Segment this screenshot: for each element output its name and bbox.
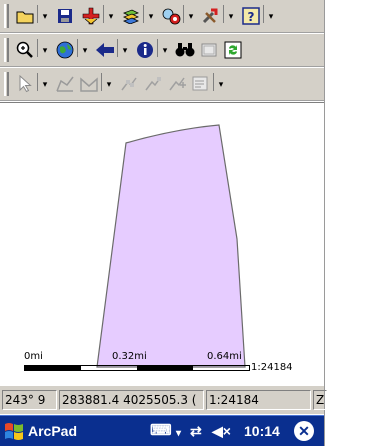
zoom-in-icon[interactable]: [14, 39, 36, 61]
network-icon[interactable]: ⇄: [190, 422, 202, 440]
main-toolbar: ▾ ▾ ▾ ▾ ▾ ? ▾: [0, 0, 324, 33]
edit-polygon-icon[interactable]: [54, 73, 76, 95]
scale-readout[interactable]: 1:24184: [206, 390, 311, 410]
mapped-polygon[interactable]: [96, 124, 246, 368]
save-icon[interactable]: [54, 5, 76, 27]
properties-dropdown[interactable]: ▾: [213, 73, 226, 91]
scale-label-start: 0mi: [24, 351, 43, 362]
input-dropdown-icon[interactable]: ▾: [176, 425, 181, 443]
refresh-icon[interactable]: [222, 39, 244, 61]
help-icon[interactable]: ?: [240, 5, 262, 27]
scale-ratio: 1:24184: [251, 362, 293, 373]
open-dropdown[interactable]: ▾: [37, 5, 50, 23]
scale-label-end: 0.64mi: [207, 351, 242, 362]
identify-dropdown[interactable]: ▾: [157, 39, 170, 57]
tools-icon[interactable]: [200, 5, 222, 27]
volume-icon[interactable]: ◀×: [212, 422, 231, 440]
select-dropdown[interactable]: ▾: [37, 73, 50, 91]
layers-icon[interactable]: [120, 5, 142, 27]
svg-text:?: ?: [248, 10, 255, 24]
active-app-title[interactable]: ArcPad: [28, 422, 77, 440]
vertex-move-icon[interactable]: [142, 73, 164, 95]
scale-bar: 0mi 0.32mi 0.64mi 1:24184: [0, 351, 324, 383]
add-data-dropdown[interactable]: ▾: [103, 5, 116, 23]
scale-label-mid: 0.32mi: [112, 351, 147, 362]
open-folder-icon[interactable]: [14, 5, 36, 27]
gps-dropdown[interactable]: ▾: [183, 5, 196, 23]
tools-dropdown[interactable]: ▾: [223, 5, 236, 23]
find-binoculars-icon[interactable]: [174, 39, 196, 61]
close-icon[interactable]: ✕: [294, 421, 314, 441]
table-icon[interactable]: [198, 39, 220, 61]
polygon-dropdown[interactable]: ▾: [101, 73, 114, 91]
map-canvas[interactable]: [0, 103, 324, 385]
add-data-icon[interactable]: [80, 5, 102, 27]
select-pointer-icon[interactable]: [14, 73, 36, 95]
vertex-add-icon[interactable]: [166, 73, 188, 95]
bearing-readout: 243° 9: [2, 390, 57, 410]
layers-dropdown[interactable]: ▾: [143, 5, 156, 23]
globe-icon[interactable]: [54, 39, 76, 61]
back-dropdown[interactable]: ▾: [117, 39, 130, 57]
coordinate-readout: 283881.4 4025505.3 (: [59, 390, 204, 410]
gps-icon[interactable]: [160, 5, 182, 27]
status-extra: Z: [313, 390, 327, 410]
clock[interactable]: 10:14: [244, 422, 280, 440]
navigation-toolbar: ▾ ▾ ▾ ▾: [0, 34, 324, 67]
map-view[interactable]: 0mi 0.32mi 0.64mi 1:24184: [0, 102, 324, 384]
toolbar-grip[interactable]: [4, 38, 9, 62]
toolbar-grip[interactable]: [4, 4, 9, 28]
keyboard-icon[interactable]: ⌨: [150, 422, 172, 440]
vertex-tools-icon[interactable]: [118, 73, 140, 95]
feature-properties-icon[interactable]: [190, 73, 212, 95]
pda-screen: ▾ ▾ ▾ ▾ ▾ ? ▾ ▾ ▾ ▾ ▾ ▾ ▾ ▾ 0mi 0.32mi 0…: [0, 0, 327, 446]
scale-bar-graphic: [24, 365, 250, 371]
taskbar: ArcPad ⌨ ▾ ⇄ ◀× 10:14 ✕: [0, 415, 324, 446]
help-dropdown[interactable]: ▾: [263, 5, 276, 23]
zoom-dropdown[interactable]: ▾: [37, 39, 50, 57]
toolbar-grip[interactable]: [4, 72, 9, 96]
identify-icon[interactable]: [134, 39, 156, 61]
polygon-outline-icon[interactable]: [78, 73, 100, 95]
windows-start-icon[interactable]: [3, 420, 25, 442]
edit-toolbar: ▾ ▾ ▾: [0, 68, 324, 101]
globe-dropdown[interactable]: ▾: [77, 39, 90, 57]
status-bar: 243° 9 283881.4 4025505.3 ( 1:24184 Z: [0, 385, 327, 414]
back-arrow-icon[interactable]: [94, 39, 116, 61]
